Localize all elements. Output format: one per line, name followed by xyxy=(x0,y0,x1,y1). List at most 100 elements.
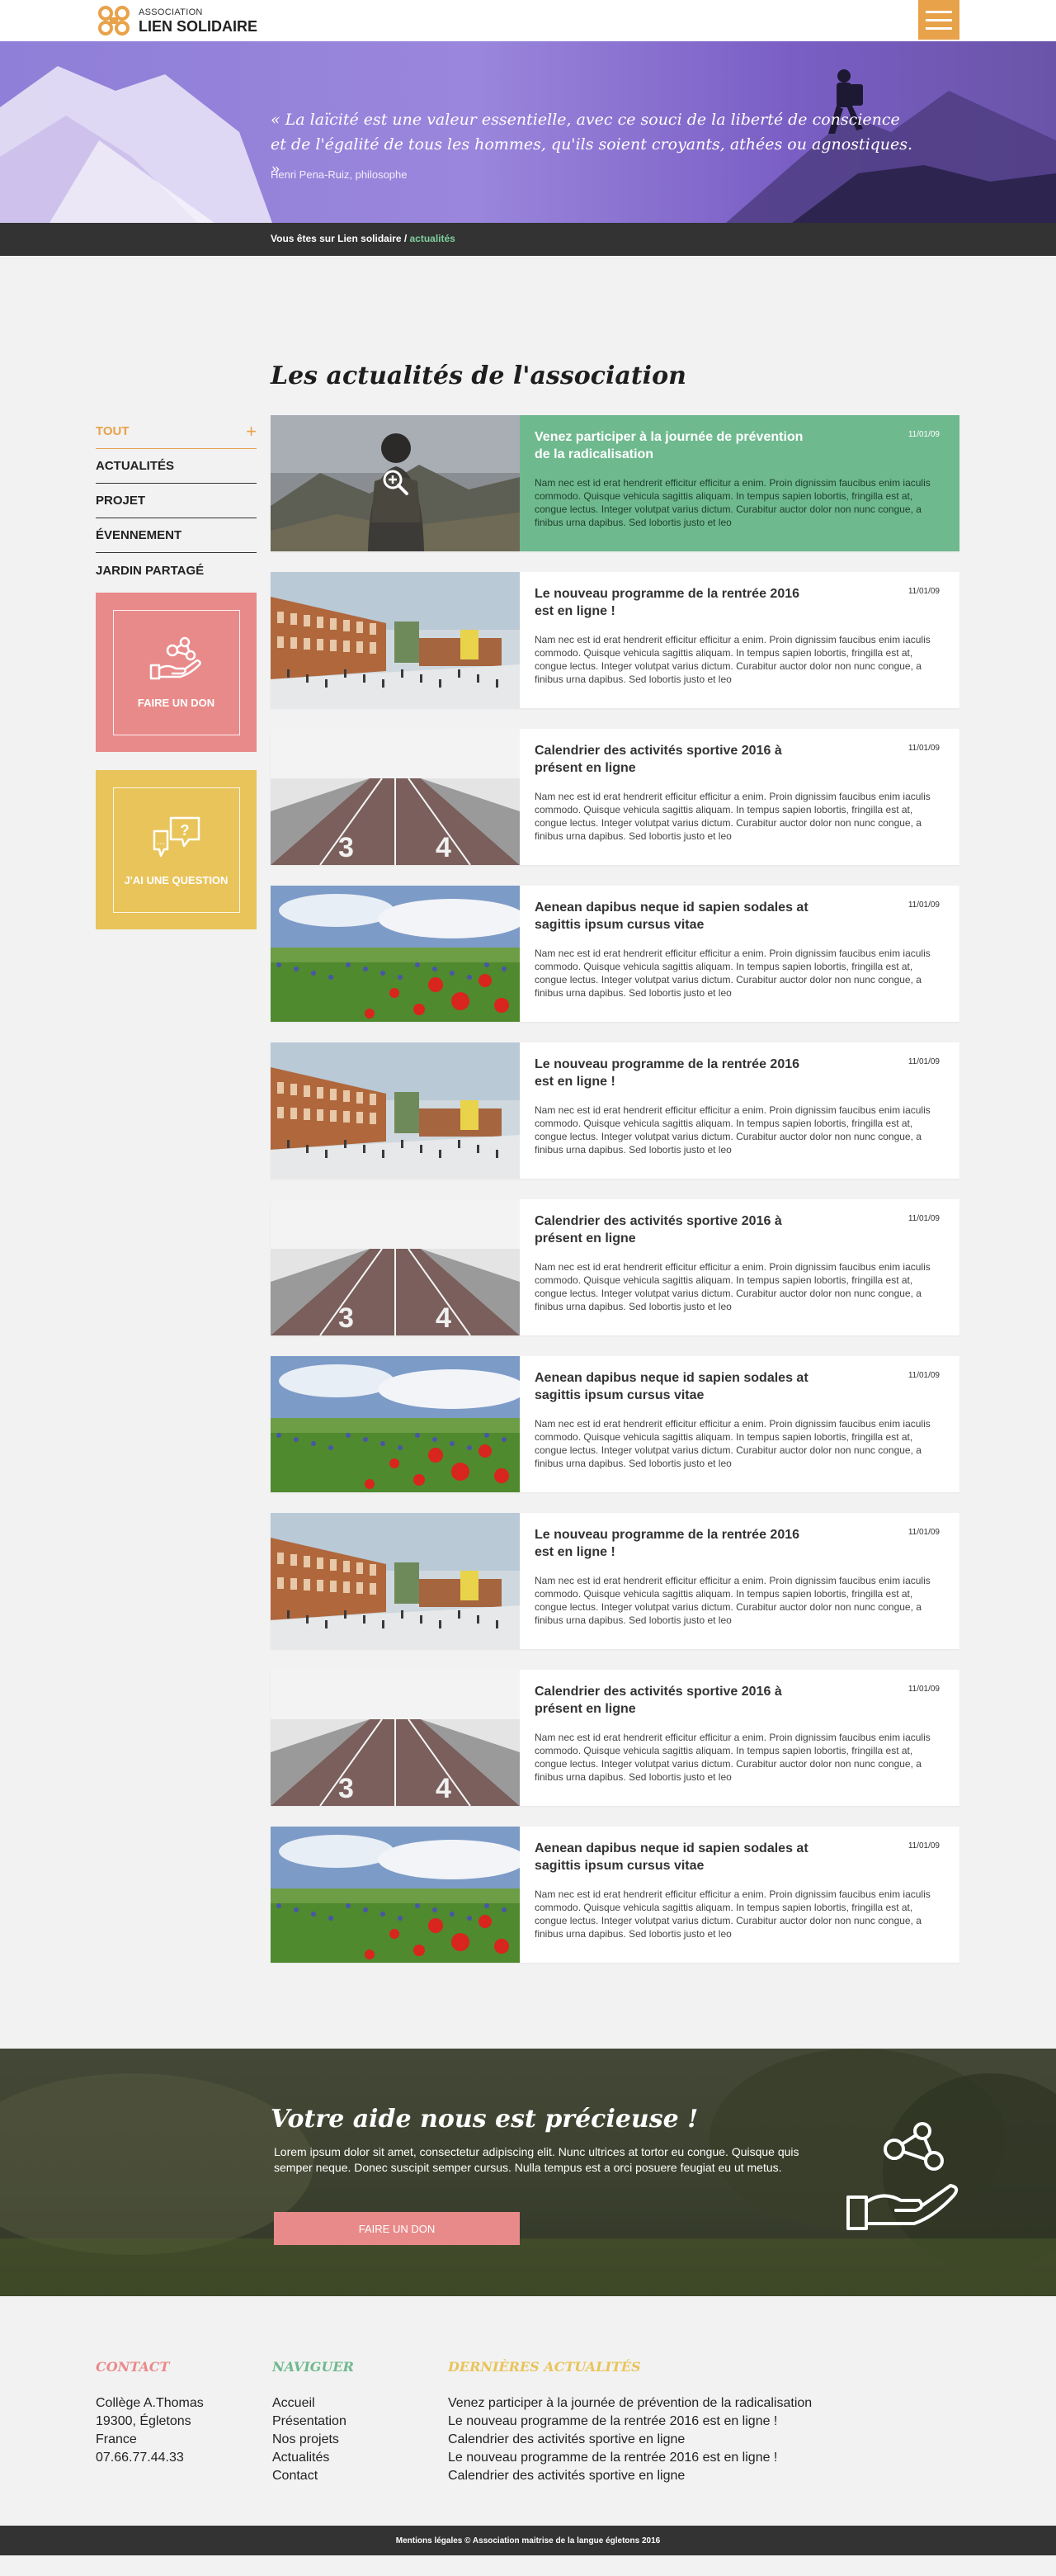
article-image[interactable]: 34 xyxy=(271,1670,520,1806)
article-card[interactable]: 3 4 Calendrier des activités sportive 2016… xyxy=(271,729,959,865)
filter-tout[interactable]: TOUT + xyxy=(96,414,257,449)
article-title[interactable]: Venez participer à la journée de prévent… xyxy=(535,428,815,463)
article-card[interactable]: Le nouveau programme de la rentrée 2016 … xyxy=(271,1513,959,1649)
breadcrumb-prefix[interactable]: Vous êtes sur Lien solidaire / xyxy=(271,233,410,244)
filter-evennement[interactable]: ÉVENNEMENT xyxy=(96,518,257,553)
article-excerpt: Nam nec est id erat hendrerit efficitur … xyxy=(535,1418,931,1469)
logo-small-text: ASSOCIATION xyxy=(139,7,203,17)
footer-news-link[interactable]: Calendrier des activités sportive en lig… xyxy=(448,2467,812,2485)
article-title[interactable]: Calendrier des activités sportive 2016 à… xyxy=(535,742,815,777)
article-card[interactable]: 3 4 Calendrier des activités sportive 2016… xyxy=(271,1199,959,1335)
contact-line: France xyxy=(96,2432,137,2446)
article-excerpt: Nam nec est id erat hendrerit efficitur … xyxy=(535,948,931,999)
article-image[interactable] xyxy=(271,1827,520,1963)
article-excerpt: Nam nec est id erat hendrerit efficitur … xyxy=(535,1261,931,1312)
article-card[interactable]: Le nouveau programme de la rentrée 2016 … xyxy=(271,1042,959,1179)
footer-link-accueil[interactable]: Accueil xyxy=(272,2394,354,2413)
question-card[interactable]: ? ... J'AI UNE QUESTION xyxy=(96,770,257,929)
footer-link-contact[interactable]: Contact xyxy=(272,2467,354,2485)
footer-contact: CONTACT Collège A.Thomas 19300, Égletons… xyxy=(96,2359,204,2467)
article-date: 11/01/09 xyxy=(908,1685,940,1694)
contact-line: 19300, Égletons xyxy=(96,2414,191,2428)
chat-question-icon: ? ... xyxy=(153,816,200,858)
hamburger-icon xyxy=(926,10,952,13)
footer-nav-title: NAVIGUER xyxy=(272,2359,354,2375)
article-title[interactable]: Calendrier des activités sportive 2016 à… xyxy=(535,1683,815,1718)
site-logo[interactable]: ASSOCIATION LIEN SOLIDAIRE xyxy=(96,4,257,37)
article-title[interactable]: Le nouveau programme de la rentrée 2016 … xyxy=(535,1526,815,1561)
svg-text:3: 3 xyxy=(338,832,354,863)
footer-link-actualites[interactable]: Actualités xyxy=(272,2449,354,2467)
article-title[interactable]: Le nouveau programme de la rentrée 2016 … xyxy=(535,1056,815,1090)
footer-news-title: DERNIÈRES ACTUALITÉS xyxy=(448,2359,641,2375)
article-excerpt: Nam nec est id erat hendrerit efficitur … xyxy=(535,634,931,685)
article-card[interactable]: Aenean dapibus neque id sapien sodales a… xyxy=(271,1356,959,1492)
zoom-icon[interactable] xyxy=(381,468,409,496)
article-excerpt: Nam nec est id erat hendrerit efficitur … xyxy=(535,1888,931,1940)
logo-icon xyxy=(98,6,130,35)
filter-actualites[interactable]: ACTUALITÉS xyxy=(96,449,257,484)
article-date: 11/01/09 xyxy=(908,1841,940,1850)
article-card[interactable]: Venez participer à la journée de prévent… xyxy=(271,415,959,551)
filter-jardin-partage[interactable]: JARDIN PARTAGÉ xyxy=(96,553,257,588)
article-excerpt: Nam nec est id erat hendrerit efficitur … xyxy=(535,1104,931,1156)
sidebar: TOUT + ACTUALITÉS PROJET ÉVENNEMENT JARDI… xyxy=(96,414,257,929)
donate-band-title: Votre aide nous est précieuse ! xyxy=(271,2105,699,2134)
page-title: Les actualités de l'association xyxy=(271,362,686,390)
donation-hand-icon xyxy=(149,636,201,680)
donate-label: FAIRE UN DON xyxy=(137,697,215,709)
article-list: Venez participer à la journée de prévent… xyxy=(271,415,959,1983)
copyright-bar: Mentions légales © Association maitrise … xyxy=(0,2526,1056,2555)
article-excerpt: Nam nec est id erat hendrerit efficitur … xyxy=(535,791,931,842)
article-card[interactable]: Le nouveau programme de la rentrée 2016 … xyxy=(271,572,959,708)
article-date: 11/01/09 xyxy=(908,1371,940,1380)
footer-news-link[interactable]: Venez participer à la journée de prévent… xyxy=(448,2394,812,2413)
article-image[interactable] xyxy=(271,1356,520,1492)
footer-contact-title: CONTACT xyxy=(96,2359,170,2375)
article-image[interactable] xyxy=(271,886,520,1022)
article-title[interactable]: Aenean dapibus neque id sapien sodales a… xyxy=(535,899,815,934)
svg-text:?: ? xyxy=(180,822,189,839)
contact-line: Collège A.Thomas xyxy=(96,2396,204,2410)
footer-link-presentation[interactable]: Présentation xyxy=(272,2413,354,2431)
donate-button[interactable]: FAIRE UN DON xyxy=(274,2212,520,2245)
top-bar: ASSOCIATION LIEN SOLIDAIRE xyxy=(0,0,1056,41)
filter-projet[interactable]: PROJET xyxy=(96,484,257,518)
plus-icon: + xyxy=(246,420,257,442)
article-excerpt: Nam nec est id erat hendrerit efficitur … xyxy=(535,477,931,528)
footer-news-link[interactable]: Le nouveau programme de la rentrée 2016 … xyxy=(448,2413,812,2431)
article-image[interactable] xyxy=(271,1513,520,1649)
article-card[interactable]: Aenean dapibus neque id sapien sodales a… xyxy=(271,1827,959,1963)
footer-news-link[interactable]: Calendrier des activités sportive en lig… xyxy=(448,2431,812,2449)
hero-banner: « La laïcité est une valeur essentielle,… xyxy=(0,41,1056,223)
article-image[interactable]: 34 xyxy=(271,1199,520,1335)
article-title[interactable]: Le nouveau programme de la rentrée 2016 … xyxy=(535,585,815,620)
article-excerpt: Nam nec est id erat hendrerit efficitur … xyxy=(535,1732,931,1783)
article-card[interactable]: 3 4 Calendrier des activités sportive 2016… xyxy=(271,1670,959,1806)
article-title[interactable]: Aenean dapibus neque id sapien sodales a… xyxy=(535,1369,815,1404)
footer-news: DERNIÈRES ACTUALITÉS Venez participer à … xyxy=(448,2359,812,2485)
article-title[interactable]: Aenean dapibus neque id sapien sodales a… xyxy=(535,1840,815,1874)
svg-text:4: 4 xyxy=(436,1773,451,1804)
donate-band: Votre aide nous est précieuse ! Lorem ip… xyxy=(0,2049,1056,2296)
svg-text:4: 4 xyxy=(436,1302,451,1334)
footer-news-link[interactable]: Le nouveau programme de la rentrée 2016 … xyxy=(448,2449,812,2467)
logo-title: LIEN SOLIDAIRE xyxy=(139,17,258,35)
article-image[interactable] xyxy=(271,572,520,708)
article-image[interactable]: 34 xyxy=(271,729,520,865)
article-date: 11/01/09 xyxy=(908,1528,940,1537)
article-date: 11/01/09 xyxy=(908,900,940,910)
article-image[interactable] xyxy=(271,415,520,551)
donation-hand-icon xyxy=(846,2122,959,2230)
footer-link-projets[interactable]: Nos projets xyxy=(272,2431,354,2449)
menu-button[interactable] xyxy=(918,0,959,40)
article-image[interactable] xyxy=(271,1042,520,1179)
article-excerpt: Nam nec est id erat hendrerit efficitur … xyxy=(535,1575,931,1626)
breadcrumb: Vous êtes sur Lien solidaire / actualité… xyxy=(0,223,1056,256)
article-title[interactable]: Calendrier des activités sportive 2016 à… xyxy=(535,1212,815,1247)
article-date: 11/01/09 xyxy=(908,430,940,439)
quote-author: Henri Pena-Ruiz, philosophe xyxy=(271,168,408,181)
contact-phone[interactable]: 07.66.77.44.33 xyxy=(96,2449,204,2467)
article-card[interactable]: Aenean dapibus neque id sapien sodales a… xyxy=(271,886,959,1022)
donate-card[interactable]: FAIRE UN DON xyxy=(96,593,257,752)
